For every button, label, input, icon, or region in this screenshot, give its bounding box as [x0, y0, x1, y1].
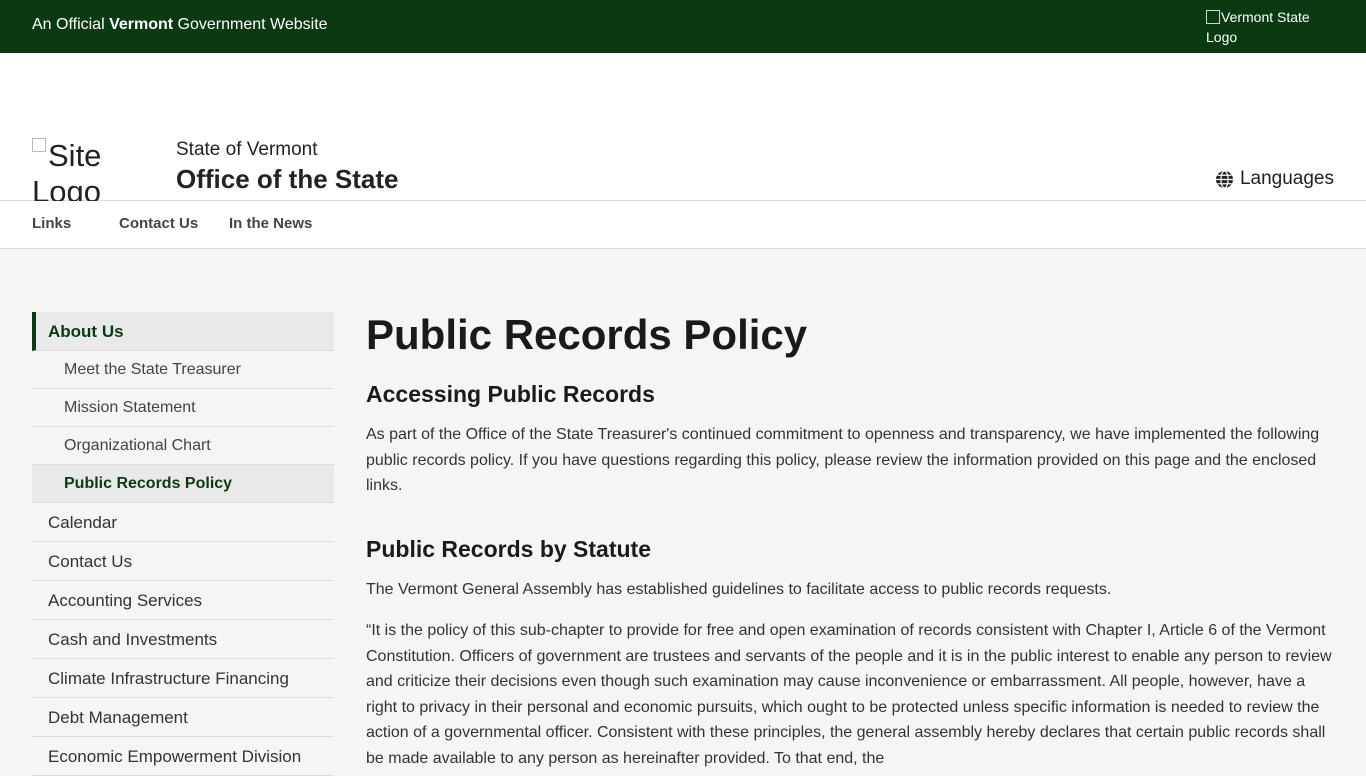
vermont-state-logo[interactable]: Vermont State Logo — [1206, 7, 1326, 47]
site-header: Site Logo State of Vermont Office of the… — [0, 53, 1366, 236]
section-heading-statute: Public Records by Statute — [366, 535, 652, 562]
sidebar-subitem-mission-statement[interactable]: Mission Statement — [32, 389, 334, 427]
nav-links[interactable]: Links — [32, 215, 71, 232]
languages-button[interactable]: Languages — [1215, 168, 1334, 190]
sidebar-item-debt-management[interactable]: Debt Management — [32, 698, 334, 737]
main-content: Public Records Policy Accessing Public R… — [366, 310, 1332, 771]
sidebar-item-about-us[interactable]: About Us — [32, 312, 334, 351]
section-heading-accessing: Accessing Public Records — [366, 381, 655, 407]
statute-quote-paragraph: “It is the policy of this sub-chapter to… — [366, 622, 1332, 767]
official-website-text: An Official Vermont Government Website — [32, 16, 328, 34]
sidebar-item-climate-infrastructure[interactable]: Climate Infrastructure Financing — [32, 659, 334, 698]
languages-label: Languages — [1239, 168, 1334, 189]
official-suffix: Government Website — [173, 16, 328, 33]
broken-image-icon — [1206, 10, 1220, 24]
site-kicker: State of Vermont — [176, 139, 318, 160]
broken-image-icon — [32, 138, 46, 152]
sidebar-menu: About Us Meet the State Treasurer Missio… — [32, 312, 334, 776]
official-site-banner: An Official Vermont Government Website V… — [0, 0, 1366, 53]
sidebar-item-economic-empowerment[interactable]: Economic Empowerment Division — [32, 737, 334, 776]
sidebar-subitem-meet-treasurer[interactable]: Meet the State Treasurer — [32, 351, 334, 389]
official-state: Vermont — [109, 16, 174, 33]
main-nav: Links Contact Us In the News — [0, 201, 1366, 249]
sidebar-subitem-public-records-policy[interactable]: Public Records Policy — [32, 465, 334, 503]
page-title: Public Records Policy — [366, 311, 808, 358]
sidebar-subitem-organizational-chart[interactable]: Organizational Chart — [32, 427, 334, 465]
site-logo[interactable]: Site Logo — [32, 138, 112, 202]
sidebar-item-accounting-services[interactable]: Accounting Services — [32, 581, 334, 620]
sidebar-item-cash-investments[interactable]: Cash and Investments — [32, 620, 334, 659]
state-logo-alt: Vermont State Logo — [1206, 9, 1310, 45]
official-prefix: An Official — [32, 16, 110, 33]
nav-in-the-news[interactable]: In the News — [229, 215, 312, 232]
nav-contact-us[interactable]: Contact Us — [119, 215, 198, 232]
sidebar-item-calendar[interactable]: Calendar — [32, 503, 334, 542]
intro-paragraph: As part of the Office of the State Treas… — [366, 426, 1320, 494]
globe-icon — [1215, 169, 1234, 189]
statute-paragraph: The Vermont General Assembly has establi… — [366, 580, 1112, 598]
sidebar-item-contact-us[interactable]: Contact Us — [32, 542, 334, 581]
